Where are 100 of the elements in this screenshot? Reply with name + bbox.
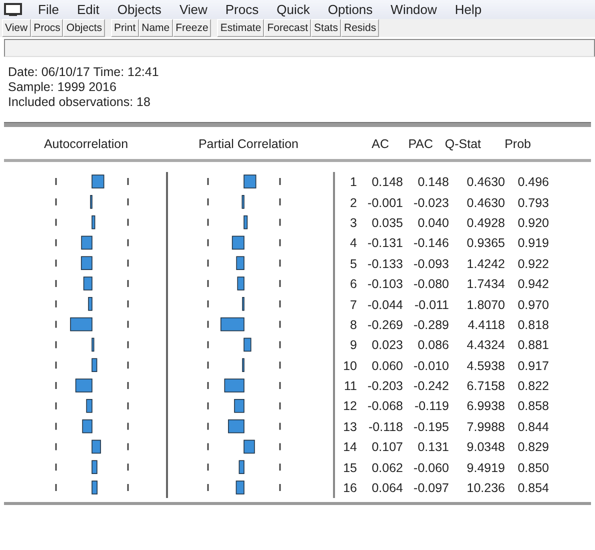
menu-item[interactable]: View (177, 2, 210, 17)
toolbar-button[interactable]: Resids (340, 19, 380, 37)
column-header: Autocorrelation (42, 137, 130, 151)
toolbar-button[interactable]: Objects (63, 19, 106, 37)
menu-item[interactable]: Options (326, 2, 375, 17)
correlation-bar (92, 358, 98, 372)
table-cell-text: 0.148 (416, 175, 449, 190)
table-cell-text: -0.103 (366, 277, 403, 292)
correlation-bar (92, 215, 96, 230)
table-cell-text: -0.289 (412, 318, 449, 332)
correlation-bar (81, 236, 92, 250)
toolbar-button[interactable]: View (2, 19, 31, 37)
menu-item[interactable]: Quick (274, 2, 312, 17)
window-icon[interactable] (4, 2, 22, 16)
table-cell-text: 5 (349, 256, 357, 271)
menu-item[interactable]: Help (452, 2, 484, 17)
confidence-mark (55, 422, 57, 430)
table-cell-text: 6 (349, 277, 357, 292)
table-cell-text: 2 (349, 196, 357, 210)
table-cell-text: 0.062 (370, 460, 403, 475)
table-cell-text: 1.7434 (466, 277, 505, 292)
confidence-mark (55, 239, 57, 246)
table-cell-text: -0.118 (367, 420, 403, 434)
table-cell-text: 4.4324 (466, 338, 505, 352)
table-cell-text: 10.236 (466, 481, 505, 496)
correlation-bar (92, 440, 101, 454)
toolbar-button[interactable]: Print (111, 19, 139, 37)
menu-item[interactable]: Window (388, 2, 439, 17)
confidence-mark (207, 198, 209, 206)
info-line: Sample: 1999 2016 (8, 80, 118, 95)
confidence-mark (279, 464, 281, 471)
table-cell-text: 16 (342, 481, 357, 496)
column-header: PAC (407, 137, 433, 151)
confidence-mark (279, 382, 281, 389)
confidence-mark (207, 382, 209, 389)
confidence-mark (55, 382, 57, 389)
table-cell-text: 0.4928 (466, 216, 505, 230)
confidence-mark (207, 362, 209, 369)
column-header: AC (370, 137, 389, 151)
confidence-mark (207, 178, 209, 185)
table-cell-text: -0.023 (412, 196, 449, 210)
confidence-mark (127, 382, 129, 389)
command-field[interactable] (4, 39, 595, 57)
table-cell-text: 0.850 (516, 460, 549, 475)
table-cell-text: 1 (349, 175, 357, 190)
table-cell-text: 0.4630 (466, 175, 505, 190)
confidence-mark (127, 218, 129, 226)
toolbar-button[interactable]: Freeze (172, 19, 212, 37)
table-cell-text: 0.844 (516, 420, 549, 434)
table-cell-text: 0.023 (370, 338, 403, 352)
table-cell-text: 9.0348 (466, 440, 505, 454)
toolbar-button[interactable]: Stats (311, 19, 341, 37)
correlation-bar (236, 256, 244, 270)
confidence-mark (127, 198, 129, 206)
correlation-bar (75, 378, 92, 392)
menu-item[interactable]: File (36, 2, 61, 17)
table-cell-text: 0.035 (370, 216, 403, 230)
confidence-mark (279, 443, 281, 450)
confidence-mark (279, 320, 281, 328)
table-cell-text: 4 (349, 236, 357, 250)
table-cell-text: -0.203 (366, 379, 403, 394)
table-cell-text: -0.146 (412, 236, 449, 250)
confidence-mark (279, 178, 281, 185)
confidence-mark (279, 280, 281, 287)
table-cell-text: 0.881 (516, 338, 549, 352)
table-cell-text: 0.970 (516, 298, 549, 312)
toolbar-button[interactable]: Forecast (264, 19, 312, 37)
toolbar-button[interactable]: Name (138, 19, 173, 37)
table-cell-text: 11 (343, 379, 357, 394)
table-cell-text: 0.829 (516, 440, 549, 454)
confidence-mark (127, 280, 129, 287)
confidence-mark (207, 260, 209, 267)
table-cell-text: 0.086 (416, 338, 449, 352)
toolbar-button[interactable]: Estimate (217, 19, 264, 37)
correlation-bar (234, 399, 244, 413)
table-cell-text: 1.8070 (466, 298, 505, 312)
correlation-bar (238, 460, 244, 474)
table-cell-text: 0.854 (516, 481, 549, 496)
table-cell-text: 0.858 (516, 399, 549, 414)
menu-item[interactable]: Objects (115, 2, 164, 17)
confidence-mark (55, 218, 57, 226)
menu-item[interactable]: Procs (223, 2, 261, 17)
table-cell-text: -0.093 (412, 256, 449, 271)
confidence-mark (279, 260, 281, 267)
confidence-mark (207, 218, 209, 226)
confidence-mark (127, 178, 129, 185)
menu-item[interactable]: Edit (74, 2, 102, 17)
table-cell-text: 3 (349, 216, 357, 230)
table-cell-text: 0.822 (516, 379, 549, 394)
table-cell-text: 7.9988 (466, 420, 505, 434)
correlation-bar (83, 276, 92, 290)
table-cell-text: 4.4118 (466, 318, 505, 332)
table-cell-text: 8 (349, 318, 357, 332)
table-cell-text: 0.496 (516, 175, 549, 190)
toolbar-button[interactable]: Procs (30, 19, 64, 37)
confidence-mark (279, 402, 281, 410)
correlation-bar (237, 276, 244, 290)
confidence-mark (55, 402, 57, 410)
table-cell-text: -0.119 (413, 399, 449, 414)
table-cell-text: 6.9938 (466, 399, 505, 414)
